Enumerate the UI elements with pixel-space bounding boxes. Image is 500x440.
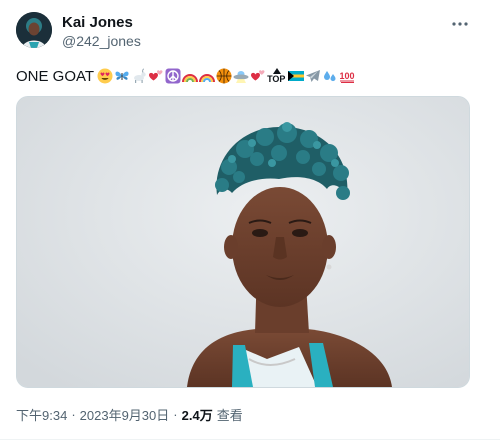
tweet-meta: 下午9:34 · 2023年9月30日 · 2.4万 查看 [16, 404, 243, 424]
avatar-portrait-icon [16, 12, 52, 48]
svg-text:100: 100 [340, 71, 355, 81]
two-hearts-icon [148, 68, 164, 84]
rainbow-icon [182, 68, 199, 84]
tweet-header: Kai Jones @242_jones [16, 12, 484, 52]
droplets-icon [322, 68, 338, 84]
tweet-text: ONE GOAT TOP 100 [16, 64, 476, 88]
goat-icon [131, 68, 147, 84]
top-label: TOP [267, 74, 286, 84]
views-label: 查看 [216, 407, 243, 423]
player-photo-icon [17, 97, 469, 387]
airplane-icon [305, 68, 321, 84]
butterfly-icon [114, 68, 130, 84]
two-hearts-icon [250, 68, 266, 84]
ufo-icon [233, 68, 249, 84]
bahamas-flag-icon [288, 68, 305, 84]
more-horizontal-icon [452, 22, 468, 26]
hundred-icon: 100 [339, 68, 355, 84]
tweet-date[interactable]: 2023年9月30日 [80, 405, 170, 424]
author-handle[interactable]: @242_jones [62, 32, 141, 50]
views-count: 2.4万 [181, 407, 213, 423]
basketball-icon [216, 68, 232, 84]
peace-symbol-icon [165, 68, 181, 84]
tweet-time[interactable]: 下午9:34 [16, 405, 67, 424]
heart-eyes-icon [97, 68, 113, 84]
meta-separator: · [173, 406, 178, 422]
top-arrow-icon: TOP [267, 68, 287, 84]
tweet-card: Kai Jones @242_jones ONE GOAT TOP 100 下午… [0, 0, 500, 440]
author-name[interactable]: Kai Jones [62, 14, 141, 32]
meta-separator: · [71, 406, 76, 422]
more-options-button[interactable] [448, 14, 472, 34]
tweet-media-photo[interactable] [16, 96, 470, 388]
tweet-text-content: ONE GOAT [16, 67, 95, 85]
rainbow-icon [199, 68, 216, 84]
avatar[interactable] [16, 12, 52, 48]
